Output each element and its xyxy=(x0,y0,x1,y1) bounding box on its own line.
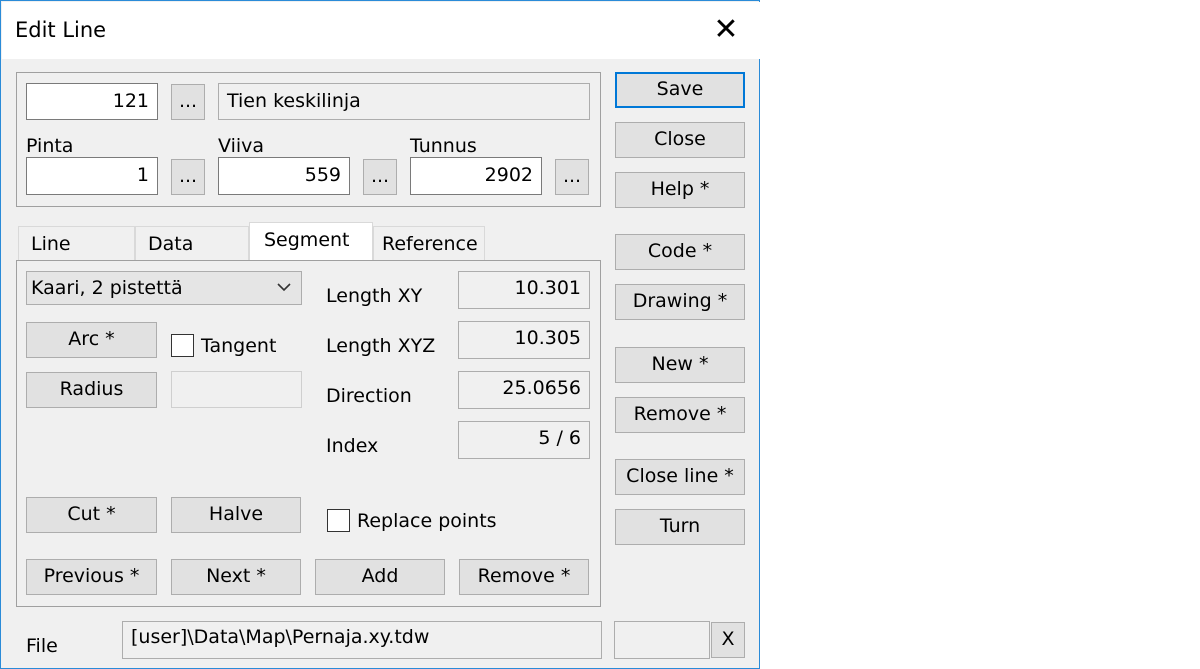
cut-button[interactable]: Cut * xyxy=(26,497,157,533)
window-title: Edit Line xyxy=(15,18,107,42)
segment-type-select[interactable]: Kaari, 2 pistettä xyxy=(26,271,302,305)
length-xy-field: 10.301 xyxy=(458,271,590,309)
number-browse-button[interactable]: ... xyxy=(171,84,205,120)
tab-segment[interactable]: Segment xyxy=(249,222,373,261)
help-button[interactable]: Help * xyxy=(615,172,745,208)
direction-label: Direction xyxy=(326,385,412,407)
index-field: 5 / 6 xyxy=(458,421,590,459)
tangent-label: Tangent xyxy=(201,335,277,357)
drawing-button[interactable]: Drawing * xyxy=(615,284,745,320)
title-bar xyxy=(2,2,760,59)
close-line-button[interactable]: Close line * xyxy=(615,459,745,495)
file-path-field: [user]\Data\Map\Pernaja.xy.tdw xyxy=(122,621,602,659)
next-button[interactable]: Next * xyxy=(171,559,301,595)
close-window-icon[interactable]: ✕ xyxy=(706,10,746,50)
file-extra-field xyxy=(614,621,710,659)
add-point-button[interactable]: Add xyxy=(315,559,445,595)
remove-line-button[interactable]: Remove * xyxy=(615,397,745,433)
pinta-label: Pinta xyxy=(26,135,74,157)
tab-data[interactable]: Data xyxy=(135,226,249,260)
length-xy-label: Length XY xyxy=(326,285,423,307)
radius-field xyxy=(171,371,302,408)
replace-points-checkbox[interactable] xyxy=(327,509,350,532)
index-label: Index xyxy=(326,435,379,457)
tunnus-browse-button[interactable]: ... xyxy=(555,159,589,195)
close-button[interactable]: Close xyxy=(615,122,745,158)
viiva-browse-button[interactable]: ... xyxy=(363,159,397,195)
pinta-browse-button[interactable]: ... xyxy=(171,159,205,195)
pinta-field[interactable]: 1 xyxy=(26,157,158,195)
clear-file-button[interactable]: X xyxy=(711,622,745,658)
previous-button[interactable]: Previous * xyxy=(26,559,157,595)
code-button[interactable]: Code * xyxy=(615,234,745,270)
save-button[interactable]: Save xyxy=(615,72,745,108)
remove-point-button[interactable]: Remove * xyxy=(459,559,589,595)
line-name-field: Tien keskilinja xyxy=(218,83,590,120)
viiva-label: Viiva xyxy=(218,135,265,157)
chevron-down-icon xyxy=(277,283,291,292)
viiva-field[interactable]: 559 xyxy=(218,157,350,195)
halve-button[interactable]: Halve xyxy=(171,497,301,533)
segment-type-value: Kaari, 2 pistettä xyxy=(31,277,183,299)
line-number-field[interactable]: 121 xyxy=(26,83,158,120)
length-xyz-label: Length XYZ xyxy=(326,335,436,357)
tab-reference[interactable]: Reference xyxy=(373,226,485,260)
file-label: File xyxy=(26,635,58,657)
replace-points-label: Replace points xyxy=(357,510,497,532)
new-button[interactable]: New * xyxy=(615,347,745,383)
tangent-checkbox[interactable] xyxy=(171,334,194,357)
direction-field: 25.0656 xyxy=(458,371,590,409)
arc-button[interactable]: Arc * xyxy=(26,322,157,358)
tab-line[interactable]: Line xyxy=(18,226,135,260)
tunnus-label: Tunnus xyxy=(410,135,477,157)
tunnus-field[interactable]: 2902 xyxy=(410,157,542,195)
length-xyz-field: 10.305 xyxy=(458,321,590,359)
turn-button[interactable]: Turn xyxy=(615,509,745,545)
radius-button[interactable]: Radius xyxy=(26,372,157,408)
